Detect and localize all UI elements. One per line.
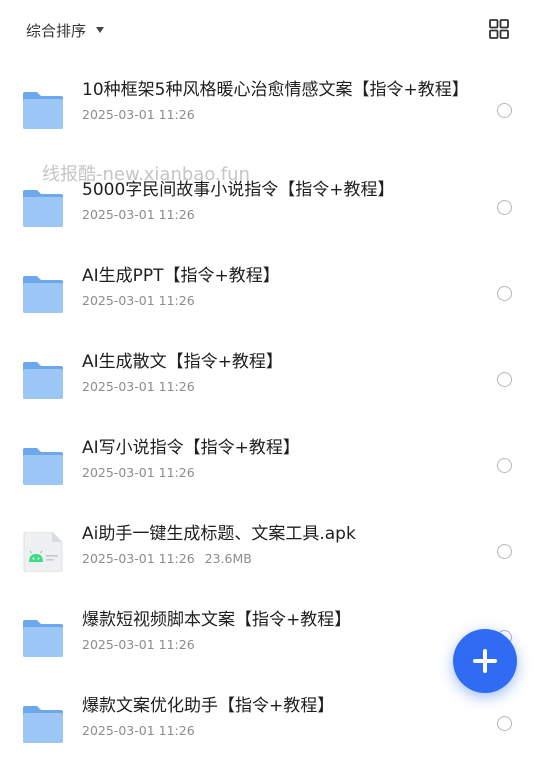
select-radio[interactable]: [497, 716, 512, 731]
select-radio[interactable]: [497, 372, 512, 387]
sort-dropdown[interactable]: 综合排序: [26, 18, 105, 42]
folder-icon: [23, 190, 63, 227]
select-radio[interactable]: [497, 458, 512, 473]
select-radio[interactable]: [497, 200, 512, 215]
folder-icon: [23, 620, 63, 657]
file-row[interactable]: AI生成PPT【指令+教程】 2025-03-01 11:26: [0, 250, 540, 336]
file-row[interactable]: Ai助手一键生成标题、文案工具.apk 2025-03-01 11:26 23.…: [0, 508, 540, 594]
file-date: 2025-03-01 11:26: [82, 637, 195, 652]
file-row[interactable]: 10种框架5种风格暖心治愈情感文案【指令+教程】 2025-03-01 11:2…: [0, 64, 540, 164]
file-row[interactable]: 5000字民间故事小说指令【指令+教程】 2025-03-01 11:26: [0, 164, 540, 250]
file-date: 2025-03-01 11:26: [82, 293, 195, 308]
file-size: 23.6MB: [204, 551, 252, 566]
folder-icon: [23, 276, 63, 313]
file-name: 爆款短视频脚本文案【指令+教程】: [82, 610, 352, 630]
file-date: 2025-03-01 11:26: [82, 207, 195, 222]
caret-down-icon: [96, 27, 105, 33]
file-row[interactable]: AI生成散文【指令+教程】 2025-03-01 11:26: [0, 336, 540, 422]
file-date: 2025-03-01 11:26: [82, 379, 195, 394]
grid-view-icon[interactable]: [488, 18, 510, 40]
file-name: AI生成散文【指令+教程】: [82, 352, 283, 372]
file-row[interactable]: AI写小说指令【指令+教程】 2025-03-01 11:26: [0, 422, 540, 508]
folder-icon: [23, 706, 63, 743]
file-name: 10种框架5种风格暖心治愈情感文案【指令+教程】: [82, 80, 469, 100]
select-radio[interactable]: [497, 544, 512, 559]
plus-icon: [473, 649, 497, 673]
file-row[interactable]: 爆款文案优化助手【指令+教程】 2025-03-01 11:26: [0, 680, 540, 766]
file-name: AI写小说指令【指令+教程】: [82, 438, 300, 458]
file-name: AI生成PPT【指令+教程】: [82, 266, 280, 286]
top-toolbar: 综合排序: [0, 0, 540, 60]
apk-file-icon: [23, 532, 63, 572]
file-date: 2025-03-01 11:26: [82, 723, 195, 738]
add-fab-button[interactable]: [453, 629, 517, 693]
file-date: 2025-03-01 11:26: [82, 465, 195, 480]
select-radio[interactable]: [497, 286, 512, 301]
file-name: Ai助手一键生成标题、文案工具.apk: [82, 524, 356, 544]
file-date: 2025-03-01 11:26: [82, 107, 195, 122]
folder-icon: [23, 362, 63, 399]
file-date: 2025-03-01 11:26: [82, 551, 195, 566]
file-name: 5000字民间故事小说指令【指令+教程】: [82, 180, 395, 200]
select-radio[interactable]: [497, 103, 512, 118]
folder-icon: [23, 92, 63, 129]
file-name: 爆款文案优化助手【指令+教程】: [82, 696, 335, 716]
folder-icon: [23, 448, 63, 485]
sort-label: 综合排序: [26, 21, 87, 40]
